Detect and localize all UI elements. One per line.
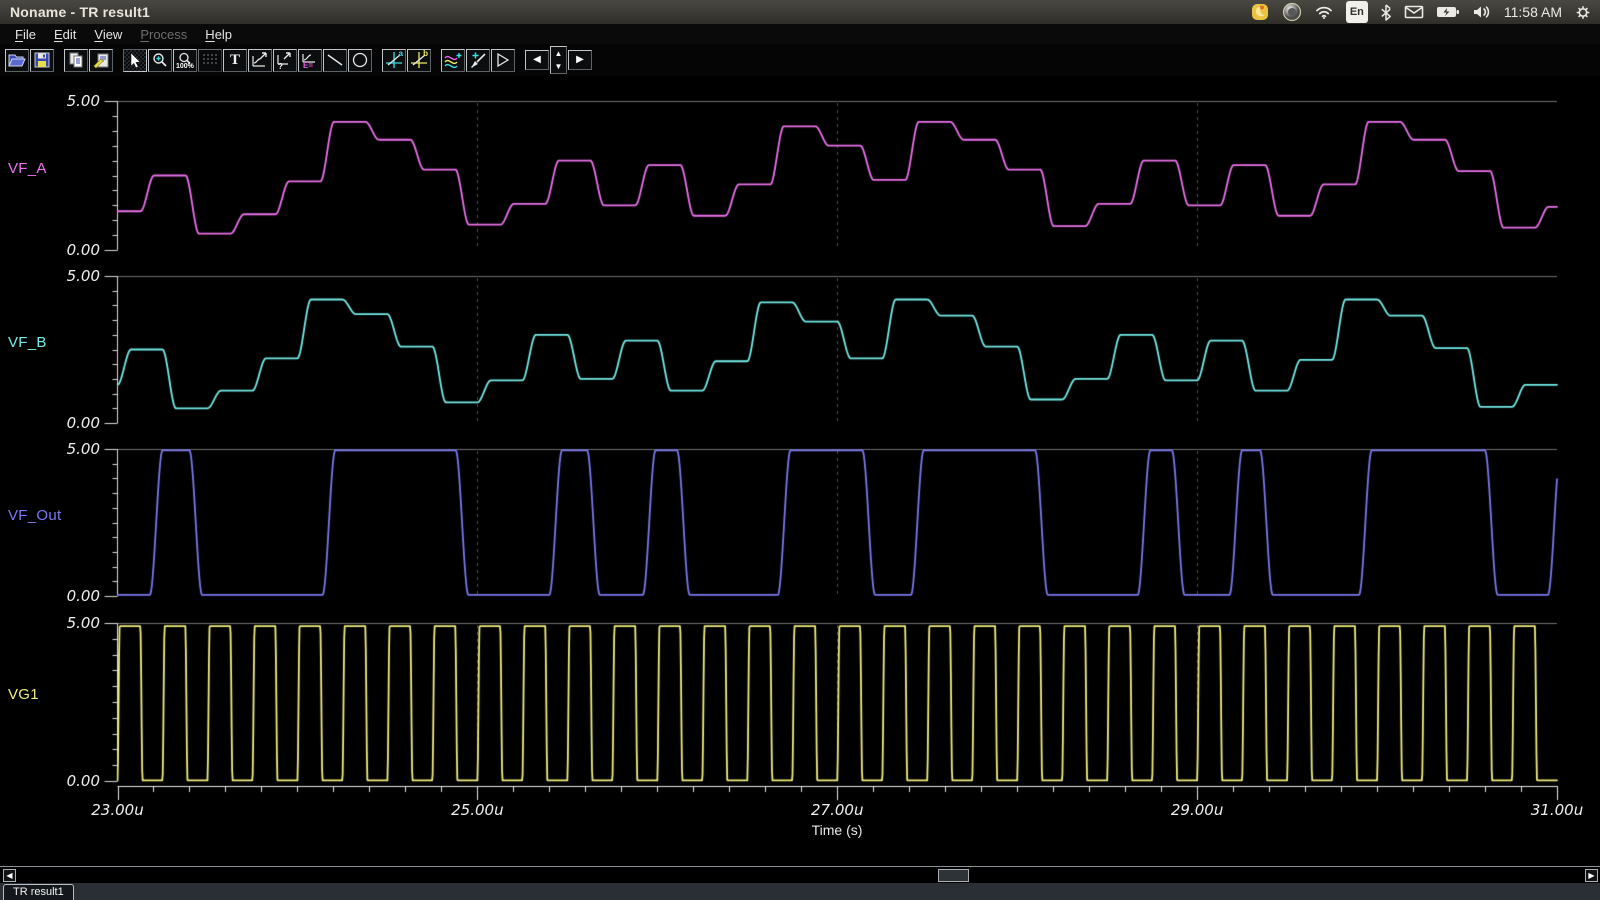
- y-axis-min-label: 0.00: [38, 241, 100, 259]
- scrollbar-thumb[interactable]: [938, 869, 969, 882]
- horizontal-scrollbar[interactable]: ◀ ▶: [0, 866, 1600, 883]
- x-axis-tick-label: 23.00u: [80, 801, 156, 819]
- y-axis-min-label: 0.00: [38, 414, 100, 432]
- signal-label-vg1: VG1: [8, 686, 39, 703]
- y-axis-max-label: 5.00: [38, 614, 100, 632]
- y-axis-max-label: 5.00: [38, 440, 100, 458]
- x-axis-tick-label: 31.00u: [1519, 801, 1595, 819]
- scroll-left-button[interactable]: ◀: [3, 869, 16, 882]
- tab-tr-result1[interactable]: TR result1: [3, 884, 74, 900]
- y-axis-max-label: 5.00: [38, 92, 100, 110]
- application-window: Noname - TR result1 En: [0, 0, 1600, 900]
- waveform-viewer: VF_A 5.00 0.00 VF_B 5.00 0.00 VF_Out 5.00 0.00 VG…: [0, 0, 1600, 900]
- y-axis-min-label: 0.00: [38, 587, 100, 605]
- x-axis-tick-label: 25.00u: [439, 801, 515, 819]
- x-axis-tick-label: 29.00u: [1159, 801, 1235, 819]
- signal-label-vf_out: VF_Out: [8, 507, 62, 524]
- y-axis-max-label: 5.00: [38, 267, 100, 285]
- x-axis-title: Time (s): [767, 822, 907, 838]
- waveform-canvas[interactable]: [0, 0, 1600, 866]
- scroll-right-button[interactable]: ▶: [1585, 869, 1598, 882]
- signal-label-vf_b: VF_B: [8, 334, 47, 351]
- y-axis-min-label: 0.00: [38, 772, 100, 790]
- x-axis-tick-label: 27.00u: [799, 801, 875, 819]
- signal-label-vf_a: VF_A: [8, 160, 47, 177]
- tab-bar: TR result1: [0, 883, 1600, 900]
